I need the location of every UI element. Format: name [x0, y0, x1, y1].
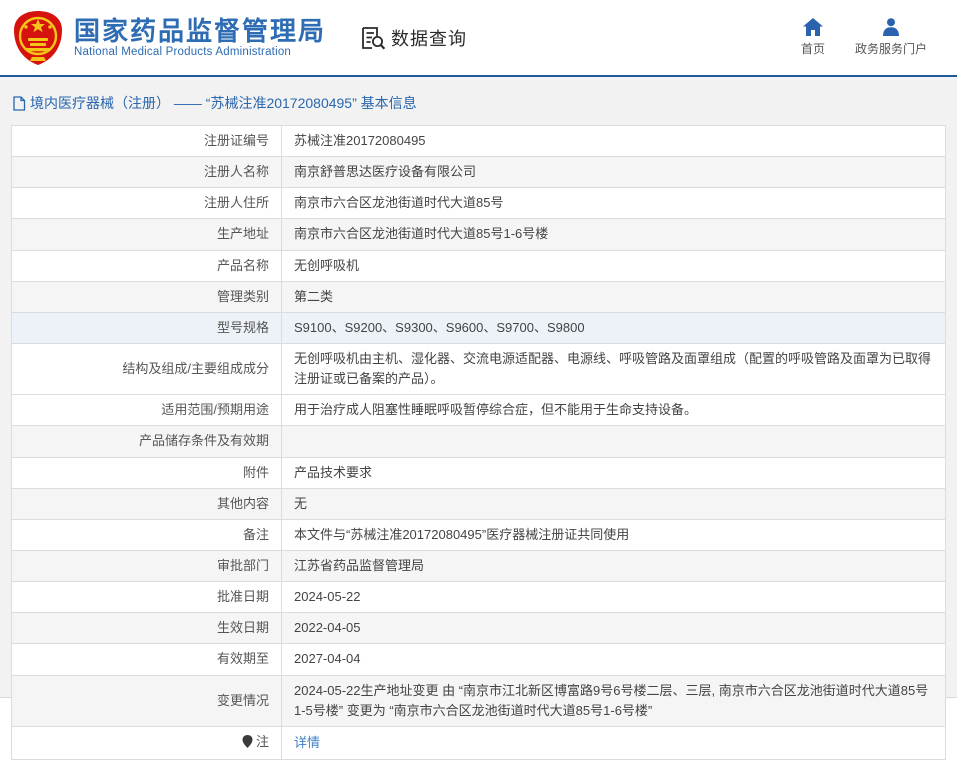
info-table-body: 注册证编号 苏械注准20172080495 注册人名称 南京舒普思达医疗设备有限公司注…: [11, 124, 946, 760]
row-value: 本文件与“苏械注准20172080495”医疗器械注册证共同使用: [281, 518, 946, 551]
row-label: 适用范围/预期用途: [11, 394, 282, 427]
row-value: 江苏省药品监督管理局: [281, 549, 946, 583]
table-row: 其他内容无: [11, 487, 946, 520]
row-value: 用于治疗成人阻塞性睡眠呼吸暂停综合症，但不能用于生命支持设备。: [281, 394, 946, 427]
national-emblem-icon: [14, 10, 62, 65]
table-row: 审批部门 江苏省药品监督管理局: [11, 549, 946, 583]
row-value: 2022-04-05: [281, 612, 946, 645]
row-label: 生效日期: [11, 612, 282, 645]
row-label: 注册人住所: [11, 187, 282, 220]
table-row: 型号规格 S9100、S9200、S9300、S9600、S9700、S9800: [11, 311, 946, 344]
row-value: 2027-04-04: [281, 643, 946, 676]
row-label: 结构及组成/主要组成成分: [11, 342, 282, 396]
pin-icon: [242, 734, 253, 754]
row-value: 2024-05-22: [281, 581, 946, 614]
table-row: 备注 本文件与“苏械注准20172080495”医疗器械注册证共同使用: [11, 518, 946, 551]
site-header: 国家药品监督管理局 National Medical Products Admi…: [0, 0, 957, 77]
document-icon: [13, 95, 26, 111]
row-value: S9100、S9200、S9300、S9600、S9700、S9800: [281, 311, 946, 344]
table-row: 注册人住所 南京市六合区龙池街道时代大道85号: [11, 187, 946, 220]
row-label: 审批部门: [11, 549, 282, 583]
table-row: 变更情况 2024-05-22生产地址变更 由 “南京市江北新区博富路9号6号楼二…: [11, 674, 946, 727]
info-table: 注册证编号 苏械注准20172080495 注册人名称 南京舒普思达医疗设备有限公司注…: [11, 124, 946, 760]
row-value: 南京市六合区龙池街道时代大道85号1-6号楼: [281, 218, 946, 251]
nav-home-label: 首页: [800, 42, 825, 56]
site-logo[interactable]: 国家药品监督管理局 National Medical Products Admi…: [12, 10, 326, 66]
page-title: 境内医疗器械（注册） —— “苏械注准20172080495” 基本信息: [30, 95, 417, 111]
row-label: 批准日期: [11, 581, 282, 614]
table-row: 附件 产品技术要求: [11, 456, 946, 489]
table-row: 注册证编号 苏械注准20172080495: [11, 124, 946, 158]
header-nav: 首页 政务服务门户: [801, 18, 927, 57]
data-query-tab[interactable]: 数据查询: [360, 25, 467, 51]
row-label: 备注: [11, 518, 282, 551]
row-value: 第二类: [281, 280, 946, 313]
row-value: 无创呼吸机由主机、湿化器、交流电源适配器、电源线、呼吸管路及面罩组成（配置的呼吸…: [281, 342, 946, 396]
table-row: 批准日期 2024-05-22: [11, 581, 946, 614]
table-row: 生产地址 南京市六合区龙池街道时代大道85号1-6号楼: [11, 218, 946, 251]
table-row: 结构及组成/主要组成成分 无创呼吸机由主机、湿化器、交流电源适配器、电源线、呼吸管…: [11, 342, 946, 396]
row-value: [281, 425, 946, 458]
table-row: 管理类别 第二类: [11, 280, 946, 313]
row-label: 注册证编号: [11, 124, 282, 158]
table-row: 注册人名称 南京舒普思达医疗设备有限公司: [11, 156, 946, 189]
row-label: 其他内容: [11, 487, 282, 520]
row-label: 型号规格: [11, 311, 282, 344]
row-value: 无创呼吸机: [281, 249, 946, 282]
row-value: 2024-05-22生产地址变更 由 “南京市江北新区博富路9号6号楼二层、三层…: [281, 674, 946, 727]
row-label: 产品名称: [11, 249, 282, 282]
row-label: 产品储存条件及有效期: [11, 425, 282, 458]
nav-gov-portal-label: 政务服务门户: [854, 42, 927, 56]
logo-text: 国家药品监督管理局 National Medical Products Admi…: [74, 15, 327, 59]
site-title: 国家药品监督管理局: [74, 15, 327, 46]
row-label: 注册人名称: [11, 156, 282, 189]
nav-home[interactable]: 首页: [801, 18, 825, 57]
breadcrumb: 境内医疗器械（注册） —— “苏械注准20172080495” 基本信息: [12, 93, 946, 113]
nav-gov-portal[interactable]: 政务服务门户: [855, 18, 927, 57]
row-label: 注: [11, 725, 282, 760]
table-row: 注详情: [11, 725, 946, 760]
table-row: 产品名称 无创呼吸机: [11, 249, 946, 282]
row-label: 变更情况: [11, 674, 282, 727]
user-icon: [882, 18, 899, 36]
table-row: 适用范围/预期用途 用于治疗成人阻塞性睡眠呼吸暂停综合症，但不能用于生命支持设备。: [11, 394, 946, 427]
table-row: 生效日期 2022-04-05: [11, 612, 946, 645]
data-query-label: 数据查询: [391, 28, 468, 49]
table-row: 产品储存条件及有效期: [11, 425, 946, 458]
document-search-icon: [362, 26, 386, 50]
table-row: 有效期至 2027-04-04: [11, 643, 946, 676]
row-value: 南京市六合区龙池街道时代大道85号: [281, 187, 946, 220]
row-label: 管理类别: [11, 280, 282, 313]
content-area: 境内医疗器械（注册） —— “苏械注准20172080495” 基本信息 注册证…: [0, 77, 957, 760]
row-value: 无: [281, 487, 946, 520]
detail-link[interactable]: 详情: [294, 735, 320, 750]
row-value: 详情: [281, 725, 946, 760]
row-value: 苏械注准20172080495: [281, 124, 946, 158]
row-label: 有效期至: [11, 643, 282, 676]
site-subtitle: National Medical Products Administration: [74, 46, 292, 59]
row-value: 南京舒普思达医疗设备有限公司: [281, 156, 946, 189]
row-label: 附件: [11, 456, 282, 489]
row-label: 生产地址: [11, 218, 282, 251]
row-value: 产品技术要求: [281, 456, 946, 489]
home-icon: [802, 18, 823, 36]
